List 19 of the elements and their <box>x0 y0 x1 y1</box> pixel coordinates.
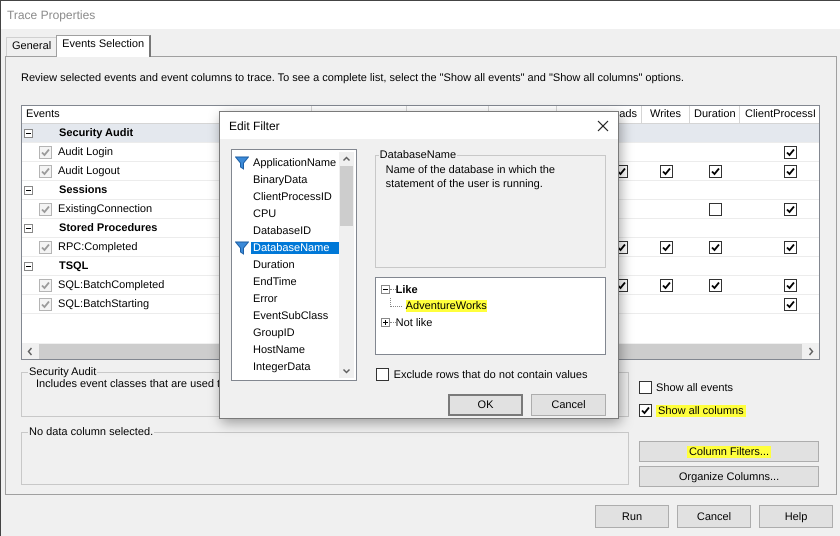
group-title: DatabaseName <box>378 149 458 161</box>
checkbox-label: Exclude rows that do not contain values <box>394 368 588 380</box>
category-label: Sessions <box>59 184 108 196</box>
event-label: SQL:BatchCompleted <box>58 279 164 291</box>
category-label: Stored Procedures <box>59 222 158 234</box>
event-label: RPC:Completed <box>58 241 138 253</box>
event-label: ExistingConnection <box>58 203 152 215</box>
checkbox-label: Show all columns <box>656 404 746 416</box>
window-title: Trace Properties <box>7 8 96 22</box>
category-label: Security Audit <box>59 127 134 139</box>
group-title: Security Audit <box>28 366 98 378</box>
instructions-text: Review selected events and event columns to trace. To see a complete list, select the "Show all events" and "Show all columns" options. <box>21 72 685 86</box>
checkbox-label: Show all events <box>656 382 734 394</box>
event-label: Audit Login <box>58 146 114 158</box>
category-label: TSQL <box>59 260 88 272</box>
column-description: Name of the database in which the statement of the user is running. <box>386 163 556 191</box>
event-label: Audit Logout <box>58 165 120 177</box>
group-title: No data column selected. <box>28 426 154 438</box>
event-label: SQL:BatchStarting <box>58 298 150 310</box>
